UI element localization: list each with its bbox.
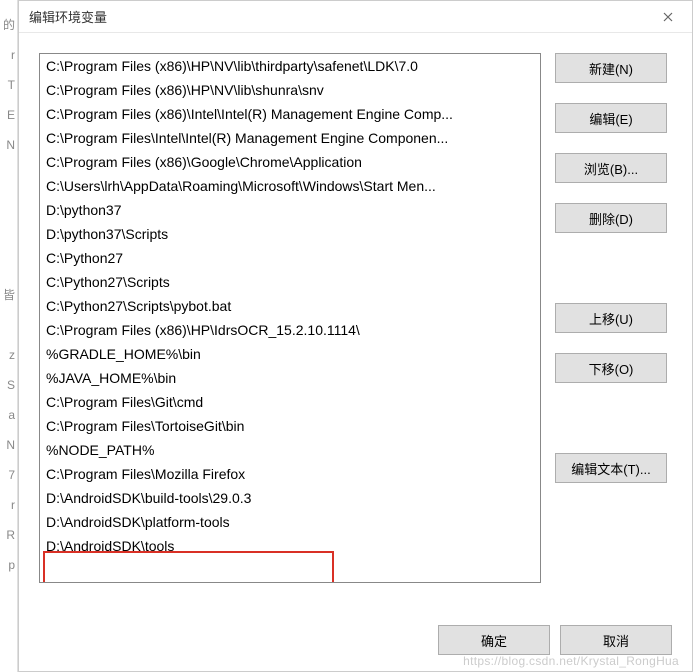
ok-button[interactable]: 确定 [438, 625, 550, 655]
spacer [555, 253, 667, 283]
list-item[interactable]: %JAVA_HOME%\bin [40, 366, 540, 390]
move-down-button[interactable]: 下移(O) [555, 353, 667, 383]
edit-environment-variable-dialog: 编辑环境变量 C:\Program Files (x86)\HP\NV\lib\… [18, 0, 693, 672]
browse-button[interactable]: 浏览(B)... [555, 153, 667, 183]
list-item[interactable]: D:\AndroidSDK\tools [40, 534, 540, 558]
list-item[interactable]: D:\python37\Scripts [40, 222, 540, 246]
button-column: 新建(N) 编辑(E) 浏览(B)... 删除(D) 上移(U) 下移(O) 编… [555, 53, 667, 583]
close-icon [663, 12, 673, 22]
move-up-button[interactable]: 上移(U) [555, 303, 667, 333]
list-item[interactable]: C:\Python27\Scripts\pybot.bat [40, 294, 540, 318]
list-item[interactable]: %GRADLE_HOME%\bin [40, 342, 540, 366]
list-item[interactable]: D:\python37 [40, 198, 540, 222]
background-window-edge: 的rTEN皆zSaN7rRp [0, 0, 18, 672]
list-item[interactable]: %NODE_PATH% [40, 438, 540, 462]
list-item[interactable]: C:\Program Files (x86)\HP\IdrsOCR_15.2.1… [40, 318, 540, 342]
list-item[interactable]: C:\Program Files\TortoiseGit\bin [40, 414, 540, 438]
list-item[interactable]: C:\Program Files (x86)\HP\NV\lib\thirdpa… [40, 54, 540, 78]
list-item[interactable]: C:\Program Files\Mozilla Firefox [40, 462, 540, 486]
edit-button[interactable]: 编辑(E) [555, 103, 667, 133]
new-button[interactable]: 新建(N) [555, 53, 667, 83]
list-item[interactable]: C:\Users\lrh\AppData\Roaming\Microsoft\W… [40, 174, 540, 198]
list-item[interactable]: C:\Python27 [40, 246, 540, 270]
list-item[interactable]: D:\AndroidSDK\build-tools\29.0.3 [40, 486, 540, 510]
list-item[interactable]: C:\Program Files (x86)\Google\Chrome\App… [40, 150, 540, 174]
dialog-footer: 确定 取消 [438, 625, 672, 655]
close-button[interactable] [652, 5, 684, 29]
spacer [555, 403, 667, 433]
dialog-title: 编辑环境变量 [29, 7, 107, 26]
list-item[interactable]: C:\Python27\Scripts [40, 270, 540, 294]
list-item[interactable]: C:\Program Files\Intel\Intel(R) Manageme… [40, 126, 540, 150]
list-item[interactable]: C:\Program Files (x86)\HP\NV\lib\shunra\… [40, 78, 540, 102]
path-listbox[interactable]: C:\Program Files (x86)\HP\NV\lib\thirdpa… [40, 54, 540, 582]
list-item[interactable]: D:\AndroidSDK\platform-tools [40, 510, 540, 534]
list-item[interactable]: C:\Program Files (x86)\Intel\Intel(R) Ma… [40, 102, 540, 126]
cancel-button[interactable]: 取消 [560, 625, 672, 655]
titlebar: 编辑环境变量 [19, 1, 692, 33]
path-list-container: C:\Program Files (x86)\HP\NV\lib\thirdpa… [39, 53, 541, 583]
delete-button[interactable]: 删除(D) [555, 203, 667, 233]
dialog-content: C:\Program Files (x86)\HP\NV\lib\thirdpa… [19, 33, 692, 597]
edit-text-button[interactable]: 编辑文本(T)... [555, 453, 667, 483]
list-item[interactable]: C:\Program Files\Git\cmd [40, 390, 540, 414]
